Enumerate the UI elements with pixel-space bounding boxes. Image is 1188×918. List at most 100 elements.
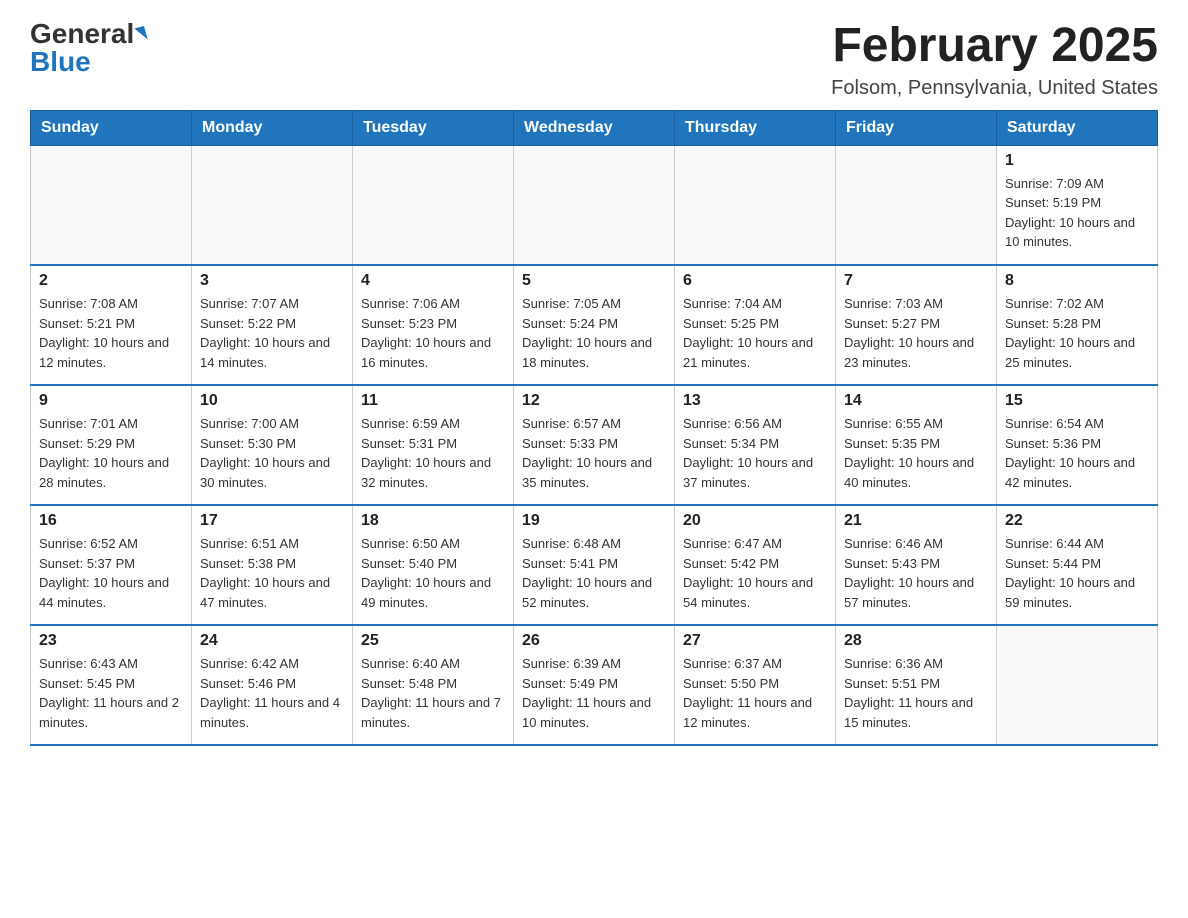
day-info: Sunrise: 6:43 AM Sunset: 5:45 PM Dayligh…: [39, 654, 183, 732]
day-info: Sunrise: 7:04 AM Sunset: 5:25 PM Dayligh…: [683, 294, 827, 372]
calendar-cell: 4 Sunrise: 7:06 AM Sunset: 5:23 PM Daylig…: [353, 265, 514, 385]
location-title: Folsom, Pennsylvania, United States: [831, 77, 1158, 100]
calendar-cell: 10 Sunrise: 7:00 AM Sunset: 5:30 PM Dayli…: [192, 385, 353, 505]
calendar-cell: [192, 145, 353, 265]
day-number: 28: [844, 632, 988, 650]
day-info: Sunrise: 6:52 AM Sunset: 5:37 PM Dayligh…: [39, 534, 183, 612]
week-row-3: 16 Sunrise: 6:52 AM Sunset: 5:37 PM Dayli…: [31, 505, 1158, 625]
day-number: 1: [1005, 152, 1149, 170]
day-number: 27: [683, 632, 827, 650]
day-number: 17: [200, 512, 344, 530]
calendar-cell: 25 Sunrise: 6:40 AM Sunset: 5:48 PM Dayli…: [353, 625, 514, 745]
calendar-cell: 8 Sunrise: 7:02 AM Sunset: 5:28 PM Daylig…: [997, 265, 1158, 385]
day-info: Sunrise: 6:50 AM Sunset: 5:40 PM Dayligh…: [361, 534, 505, 612]
day-info: Sunrise: 6:57 AM Sunset: 5:33 PM Dayligh…: [522, 414, 666, 492]
day-info: Sunrise: 6:55 AM Sunset: 5:35 PM Dayligh…: [844, 414, 988, 492]
day-number: 8: [1005, 272, 1149, 290]
calendar-cell: 9 Sunrise: 7:01 AM Sunset: 5:29 PM Daylig…: [31, 385, 192, 505]
calendar-cell: 12 Sunrise: 6:57 AM Sunset: 5:33 PM Dayli…: [514, 385, 675, 505]
calendar-cell: 14 Sunrise: 6:55 AM Sunset: 5:35 PM Dayli…: [836, 385, 997, 505]
day-number: 3: [200, 272, 344, 290]
day-info: Sunrise: 6:36 AM Sunset: 5:51 PM Dayligh…: [844, 654, 988, 732]
day-info: Sunrise: 6:59 AM Sunset: 5:31 PM Dayligh…: [361, 414, 505, 492]
calendar-cell: 17Sunrise: 6:51 AM Sunset: 5:38 PM Dayli…: [192, 505, 353, 625]
day-number: 6: [683, 272, 827, 290]
day-number: 2: [39, 272, 183, 290]
title-area: February 2025 Folsom, Pennsylvania, Unit…: [831, 20, 1158, 100]
day-info: Sunrise: 6:46 AM Sunset: 5:43 PM Dayligh…: [844, 534, 988, 612]
calendar-cell: 1 Sunrise: 7:09 AM Sunset: 5:19 PM Daylig…: [997, 145, 1158, 265]
calendar-cell: 6 Sunrise: 7:04 AM Sunset: 5:25 PM Daylig…: [675, 265, 836, 385]
calendar-cell: 22 Sunrise: 6:44 AM Sunset: 5:44 PM Dayli…: [997, 505, 1158, 625]
week-row-2: 9 Sunrise: 7:01 AM Sunset: 5:29 PM Daylig…: [31, 385, 1158, 505]
day-number: 13: [683, 392, 827, 410]
header-tuesday: Tuesday: [353, 110, 514, 145]
header-saturday: Saturday: [997, 110, 1158, 145]
day-number: 21: [844, 512, 988, 530]
calendar-cell: 21 Sunrise: 6:46 AM Sunset: 5:43 PM Dayli…: [836, 505, 997, 625]
day-info: Sunrise: 6:56 AM Sunset: 5:34 PM Dayligh…: [683, 414, 827, 492]
calendar-cell: 15 Sunrise: 6:54 AM Sunset: 5:36 PM Dayli…: [997, 385, 1158, 505]
day-number: 14: [844, 392, 988, 410]
calendar-cell: 20Sunrise: 6:47 AM Sunset: 5:42 PM Dayli…: [675, 505, 836, 625]
day-info: Sunrise: 7:09 AM Sunset: 5:19 PM Dayligh…: [1005, 174, 1149, 252]
calendar-cell: 23 Sunrise: 6:43 AM Sunset: 5:45 PM Dayli…: [31, 625, 192, 745]
calendar-cell: 18Sunrise: 6:50 AM Sunset: 5:40 PM Dayli…: [353, 505, 514, 625]
calendar-cell: 24Sunrise: 6:42 AM Sunset: 5:46 PM Dayli…: [192, 625, 353, 745]
day-number: 23: [39, 632, 183, 650]
logo: General Blue: [30, 20, 146, 76]
day-number: 25: [361, 632, 505, 650]
calendar-cell: [514, 145, 675, 265]
day-info: Sunrise: 6:54 AM Sunset: 5:36 PM Dayligh…: [1005, 414, 1149, 492]
page-header: General Blue February 2025 Folsom, Penns…: [30, 20, 1158, 100]
day-info: Sunrise: 7:07 AM Sunset: 5:22 PM Dayligh…: [200, 294, 344, 372]
day-number: 9: [39, 392, 183, 410]
calendar-cell: 13 Sunrise: 6:56 AM Sunset: 5:34 PM Dayli…: [675, 385, 836, 505]
calendar-cell: 11 Sunrise: 6:59 AM Sunset: 5:31 PM Dayli…: [353, 385, 514, 505]
header-friday: Friday: [836, 110, 997, 145]
day-number: 11: [361, 392, 505, 410]
day-info: Sunrise: 7:00 AM Sunset: 5:30 PM Dayligh…: [200, 414, 344, 492]
calendar-cell: 28 Sunrise: 6:36 AM Sunset: 5:51 PM Dayli…: [836, 625, 997, 745]
day-info: Sunrise: 6:40 AM Sunset: 5:48 PM Dayligh…: [361, 654, 505, 732]
day-info: Sunrise: 6:37 AM Sunset: 5:50 PM Dayligh…: [683, 654, 827, 732]
day-number: 20: [683, 512, 827, 530]
day-number: 15: [1005, 392, 1149, 410]
day-number: 12: [522, 392, 666, 410]
day-info: Sunrise: 7:03 AM Sunset: 5:27 PM Dayligh…: [844, 294, 988, 372]
week-row-0: 1 Sunrise: 7:09 AM Sunset: 5:19 PM Daylig…: [31, 145, 1158, 265]
month-title: February 2025: [831, 20, 1158, 73]
logo-general-text: General: [30, 20, 134, 48]
header-thursday: Thursday: [675, 110, 836, 145]
calendar-cell: 26Sunrise: 6:39 AM Sunset: 5:49 PM Dayli…: [514, 625, 675, 745]
day-info: Sunrise: 7:01 AM Sunset: 5:29 PM Dayligh…: [39, 414, 183, 492]
day-info: Sunrise: 7:06 AM Sunset: 5:23 PM Dayligh…: [361, 294, 505, 372]
day-info: Sunrise: 6:44 AM Sunset: 5:44 PM Dayligh…: [1005, 534, 1149, 612]
calendar-cell: 7Sunrise: 7:03 AM Sunset: 5:27 PM Daylig…: [836, 265, 997, 385]
week-row-4: 23 Sunrise: 6:43 AM Sunset: 5:45 PM Dayli…: [31, 625, 1158, 745]
calendar-cell: 2 Sunrise: 7:08 AM Sunset: 5:21 PM Daylig…: [31, 265, 192, 385]
day-number: 16: [39, 512, 183, 530]
day-number: 5: [522, 272, 666, 290]
calendar-cell: 27 Sunrise: 6:37 AM Sunset: 5:50 PM Dayli…: [675, 625, 836, 745]
day-number: 19: [522, 512, 666, 530]
day-info: Sunrise: 7:08 AM Sunset: 5:21 PM Dayligh…: [39, 294, 183, 372]
calendar-cell: [353, 145, 514, 265]
week-row-1: 2 Sunrise: 7:08 AM Sunset: 5:21 PM Daylig…: [31, 265, 1158, 385]
calendar-cell: [675, 145, 836, 265]
calendar-cell: 16 Sunrise: 6:52 AM Sunset: 5:37 PM Dayli…: [31, 505, 192, 625]
calendar-header: SundayMondayTuesdayWednesdayThursdayFrid…: [31, 110, 1158, 145]
header-wednesday: Wednesday: [514, 110, 675, 145]
header-row: SundayMondayTuesdayWednesdayThursdayFrid…: [31, 110, 1158, 145]
day-number: 22: [1005, 512, 1149, 530]
calendar-cell: [31, 145, 192, 265]
logo-blue-text: Blue: [30, 48, 91, 76]
calendar-cell: 3 Sunrise: 7:07 AM Sunset: 5:22 PM Daylig…: [192, 265, 353, 385]
day-info: Sunrise: 7:02 AM Sunset: 5:28 PM Dayligh…: [1005, 294, 1149, 372]
day-number: 24: [200, 632, 344, 650]
calendar-cell: [997, 625, 1158, 745]
day-number: 4: [361, 272, 505, 290]
calendar-body: 1 Sunrise: 7:09 AM Sunset: 5:19 PM Daylig…: [31, 145, 1158, 745]
day-number: 10: [200, 392, 344, 410]
header-monday: Monday: [192, 110, 353, 145]
